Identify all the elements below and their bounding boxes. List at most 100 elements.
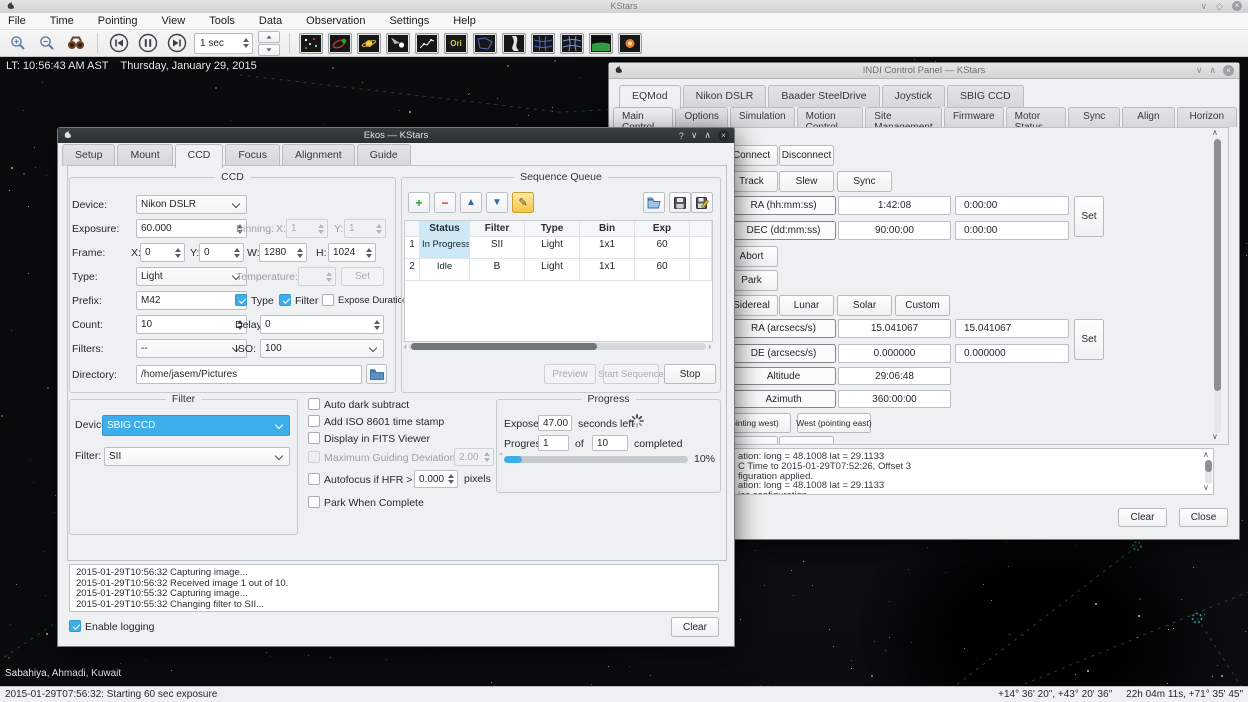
lunar-button[interactable]: Lunar bbox=[779, 295, 834, 316]
ekos-titlebar[interactable]: Ekos — KStars ? ∨ ∧ × bbox=[58, 128, 734, 143]
indi-vertical-scrollbar[interactable] bbox=[1214, 139, 1221, 433]
de-rate-target-input[interactable]: 0.000000 bbox=[955, 344, 1069, 363]
spinner-arrows-icon[interactable] bbox=[243, 38, 249, 48]
tab-simulation[interactable]: Simulation bbox=[730, 107, 795, 127]
tab-motor-status[interactable]: Motor Status bbox=[1006, 107, 1066, 127]
toggle-stars-button[interactable] bbox=[299, 33, 323, 54]
close-icon[interactable]: × bbox=[1223, 65, 1234, 76]
menu-data[interactable]: Data bbox=[259, 15, 292, 27]
scroll-down-icon[interactable]: ∨ bbox=[1212, 433, 1218, 441]
device-tab-joystick[interactable]: Joystick bbox=[882, 85, 945, 107]
indi-log-scrollbar[interactable] bbox=[1205, 460, 1212, 484]
ccd-device-combo[interactable]: Nikon DSLR bbox=[136, 195, 247, 214]
time-step-forward-button[interactable] bbox=[165, 32, 189, 54]
status-cell[interactable]: In Progress bbox=[420, 237, 470, 259]
tab-options[interactable]: Options bbox=[675, 107, 727, 127]
toggle-constellation-names-button[interactable]: Ori bbox=[444, 33, 468, 54]
toggle-horizontal-grid-button[interactable] bbox=[560, 33, 584, 54]
toggle-constellation-boundaries-button[interactable] bbox=[473, 33, 497, 54]
toggle-ground-button[interactable] bbox=[589, 33, 613, 54]
spinner-arrows-icon[interactable] bbox=[297, 248, 303, 258]
close-icon[interactable]: × bbox=[1232, 1, 1242, 11]
column-bin[interactable]: Bin bbox=[580, 221, 635, 237]
prefix-filter-checkbox[interactable] bbox=[279, 294, 291, 306]
sequence-table[interactable]: Status Filter Type Bin Exp 1 In Progress… bbox=[404, 220, 713, 342]
toggle-milky-way-button[interactable] bbox=[502, 33, 526, 54]
tab-guide[interactable]: Guide bbox=[357, 144, 411, 166]
time-step-spinbox[interactable]: 1 sec bbox=[194, 33, 253, 54]
iso-combo[interactable]: 100 bbox=[260, 339, 384, 358]
frame-x-spinbox[interactable]: 0 bbox=[140, 243, 185, 262]
solar-button[interactable]: Solar bbox=[837, 295, 892, 316]
indi-titlebar[interactable]: INDI Control Panel — KStars ∨ ∧ × bbox=[609, 63, 1239, 79]
column-exp[interactable]: Exp bbox=[635, 221, 690, 237]
menu-help[interactable]: Help bbox=[453, 15, 486, 27]
disconnect-button[interactable]: Disconnect bbox=[779, 145, 834, 166]
restore-icon[interactable]: ∧ bbox=[704, 130, 711, 141]
restore-icon[interactable]: ∧ bbox=[1209, 65, 1216, 76]
log-scroll-down-icon[interactable]: ∨ bbox=[1203, 484, 1209, 492]
shade-icon[interactable]: ∨ bbox=[691, 130, 698, 141]
sync-button[interactable]: Sync bbox=[837, 171, 892, 192]
radec-set-button[interactable]: Set bbox=[1074, 196, 1104, 237]
iso8601-checkbox[interactable] bbox=[308, 415, 320, 427]
spinner-arrows-icon[interactable] bbox=[448, 474, 454, 484]
spinner-arrows-icon[interactable] bbox=[175, 248, 181, 258]
device-tab-sbig-ccd[interactable]: SBIG CCD bbox=[947, 85, 1024, 107]
tab-focus[interactable]: Focus bbox=[225, 144, 280, 166]
custom-button[interactable]: Custom bbox=[895, 295, 950, 316]
delay-spinbox[interactable]: 0 bbox=[260, 315, 384, 334]
device-tab-nikon-dslr[interactable]: Nikon DSLR bbox=[683, 85, 767, 107]
frame-w-spinbox[interactable]: 1280 bbox=[259, 243, 307, 262]
time-step-back-button[interactable] bbox=[107, 32, 131, 54]
device-tab-baader-steeldrive[interactable]: Baader SteelDrive bbox=[768, 85, 879, 107]
tab-site-management[interactable]: Site Management bbox=[865, 107, 942, 127]
ra-rate-target-input[interactable]: 15.041067 bbox=[955, 319, 1069, 338]
scroll-up-icon[interactable]: ∧ bbox=[1212, 129, 1218, 137]
column-filter[interactable]: Filter bbox=[470, 221, 525, 237]
menu-time[interactable]: Time bbox=[50, 15, 84, 27]
tab-setup[interactable]: Setup bbox=[62, 144, 115, 166]
add-job-button[interactable]: + bbox=[408, 192, 430, 213]
zoom-out-button[interactable] bbox=[35, 32, 59, 54]
fits-viewer-checkbox[interactable] bbox=[308, 432, 320, 444]
frame-h-spinbox[interactable]: 1024 bbox=[328, 243, 376, 262]
autofocus-checkbox[interactable] bbox=[308, 473, 320, 485]
menu-tools[interactable]: Tools bbox=[209, 15, 245, 27]
toggle-deep-sky-objects-button[interactable] bbox=[328, 33, 352, 54]
stop-button[interactable]: Stop bbox=[664, 364, 716, 384]
device-tab-eqmod[interactable]: EQMod bbox=[619, 85, 681, 109]
spinner-arrows-icon[interactable] bbox=[374, 320, 380, 330]
dec-target-input[interactable]: 0:00:00 bbox=[955, 221, 1069, 240]
status-cell[interactable]: Idle bbox=[420, 259, 470, 281]
indi-close-button[interactable]: Close bbox=[1179, 508, 1228, 527]
column-type[interactable]: Type bbox=[525, 221, 580, 237]
prefix-input[interactable]: M42 bbox=[136, 291, 247, 310]
save-sequence-as-button[interactable] bbox=[691, 192, 713, 213]
scroll-right-icon[interactable]: › bbox=[708, 343, 711, 351]
frame-y-spinbox[interactable]: 0 bbox=[199, 243, 244, 262]
tab-sync[interactable]: Sync bbox=[1068, 107, 1120, 127]
toggle-comets-button[interactable] bbox=[386, 33, 410, 54]
menu-observation[interactable]: Observation bbox=[306, 15, 375, 27]
tab-align[interactable]: Align bbox=[1122, 107, 1174, 127]
maximize-icon[interactable]: ◇ bbox=[1216, 0, 1223, 13]
move-job-up-button[interactable]: ▲ bbox=[460, 192, 482, 213]
rate-set-button[interactable]: Set bbox=[1074, 319, 1104, 360]
column-status[interactable]: Status bbox=[420, 221, 470, 237]
find-object-button[interactable] bbox=[64, 32, 88, 54]
tab-alignment[interactable]: Alignment bbox=[282, 144, 355, 166]
move-job-down-button[interactable]: ▼ bbox=[486, 192, 508, 213]
close-icon[interactable]: × bbox=[718, 130, 729, 141]
edit-job-button[interactable]: ✎ bbox=[512, 192, 534, 213]
zoom-in-button[interactable] bbox=[6, 32, 30, 54]
menu-pointing[interactable]: Pointing bbox=[98, 15, 148, 27]
spinner-arrows-icon[interactable] bbox=[366, 248, 372, 258]
directory-input[interactable]: /home/jasem/Pictures bbox=[136, 365, 362, 384]
toggle-supernovae-button[interactable] bbox=[618, 33, 642, 54]
filters-combo[interactable]: -- bbox=[136, 339, 247, 358]
tab-motion-control[interactable]: Motion Control bbox=[797, 107, 864, 127]
expose-duration-checkbox[interactable] bbox=[322, 294, 334, 306]
log-scroll-up-icon[interactable]: ∧ bbox=[1203, 451, 1209, 459]
tab-firmware[interactable]: Firmware bbox=[944, 107, 1004, 127]
